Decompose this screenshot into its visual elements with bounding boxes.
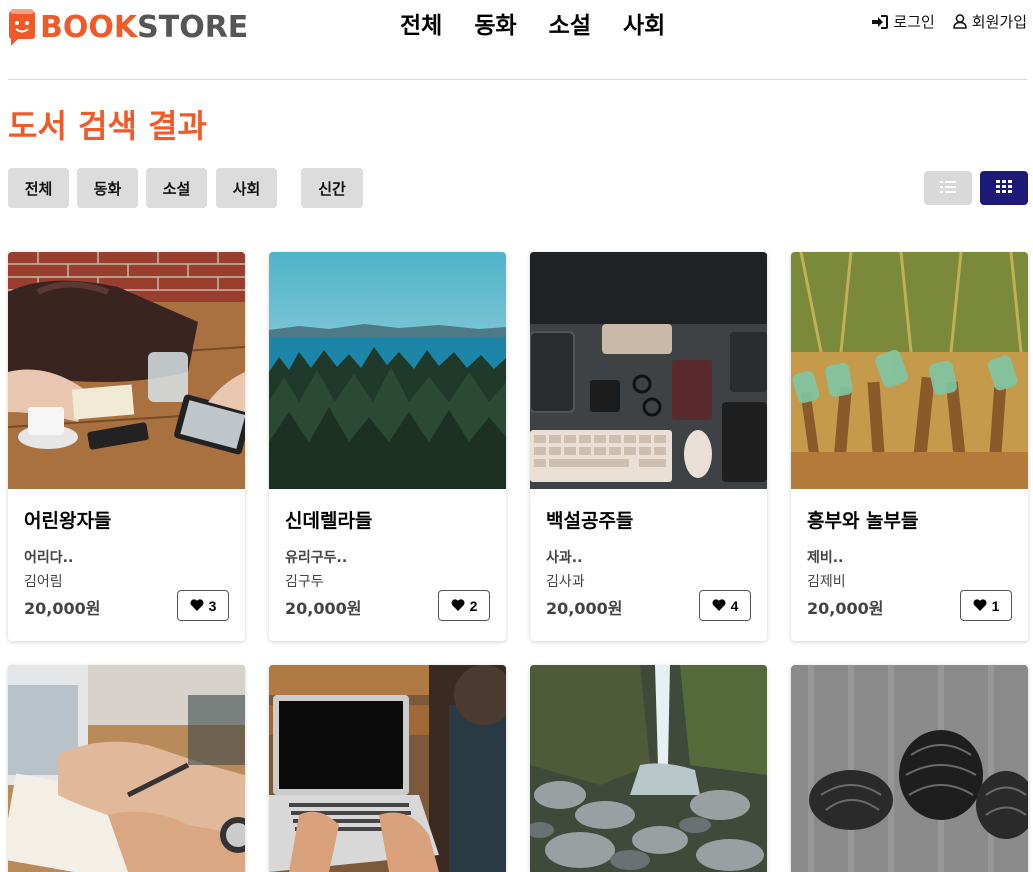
book-card[interactable]: 백설공주들 사과.. 김사과 20,000원 4 [530, 252, 767, 641]
book-card[interactable] [530, 665, 767, 872]
heart-icon [190, 598, 204, 614]
filter-novel-button[interactable]: 소설 [146, 168, 207, 208]
book-author: 김제비 [807, 574, 846, 590]
list-icon [940, 180, 956, 196]
book-cover-image [791, 665, 1028, 872]
grid-view-button[interactable] [980, 171, 1028, 205]
book-cover-image [530, 665, 767, 872]
brand-name: BOOKSTORE [40, 9, 248, 47]
filter-new-button[interactable]: 신간 [301, 168, 363, 208]
book-title: 흥부와 놀부들 [807, 510, 919, 532]
book-title: 어린왕자들 [24, 510, 112, 532]
book-card[interactable]: 어린왕자들 어리다.. 김어림 20,000원 3 [8, 252, 245, 641]
login-link[interactable]: 로그인 [872, 11, 935, 32]
like-button[interactable]: 2 [438, 590, 490, 621]
login-label: 로그인 [893, 13, 935, 31]
grid-icon [996, 180, 1012, 196]
heart-icon [712, 598, 726, 614]
book-cover-image [791, 252, 1028, 489]
filter-all-button[interactable]: 전체 [8, 168, 69, 208]
header: BOOKSTORE 전체 동화 소설 사회 로그인 회원가입 [0, 0, 1033, 80]
book-title: 백설공주들 [546, 510, 634, 532]
nav-item-novel[interactable]: 소설 [549, 10, 591, 42]
book-price: 20,000원 [285, 599, 362, 618]
book-title: 신데렐라들 [285, 510, 373, 532]
user-icon [953, 14, 967, 29]
book-mascot-icon [8, 9, 36, 47]
like-count: 4 [730, 597, 739, 614]
book-card[interactable]: 흥부와 놀부들 제비.. 김제비 20,000원 1 [791, 252, 1028, 641]
book-author: 김어림 [24, 574, 63, 590]
filter-fairytale-button[interactable]: 동화 [77, 168, 138, 208]
book-card[interactable]: 신데렐라들 유리구두.. 김구두 20,000원 2 [269, 252, 506, 641]
book-cover-image [8, 252, 245, 489]
book-author: 김구두 [285, 574, 324, 590]
nav-item-society[interactable]: 사회 [623, 10, 665, 42]
like-button[interactable]: 3 [177, 590, 229, 621]
book-cover-image [269, 665, 506, 872]
like-count: 1 [991, 597, 1000, 614]
book-card[interactable] [791, 665, 1028, 872]
brand-logo[interactable]: BOOKSTORE [8, 9, 248, 47]
brand-name-store: STORE [137, 10, 249, 45]
book-card[interactable] [269, 665, 506, 872]
nav-item-all[interactable]: 전체 [400, 10, 442, 42]
book-cover-image [8, 665, 245, 872]
like-count: 3 [208, 597, 217, 614]
book-summary: 유리구두.. [285, 550, 348, 566]
book-summary: 사과.. [546, 550, 583, 566]
nav-item-fairytale[interactable]: 동화 [474, 10, 516, 42]
book-summary: 제비.. [807, 550, 844, 566]
signup-label: 회원가입 [971, 13, 1027, 31]
page-title: 도서 검색 결과 [8, 107, 207, 145]
filter-society-button[interactable]: 사회 [216, 168, 277, 208]
main-nav: 전체 동화 소설 사회 [400, 10, 665, 42]
list-view-button[interactable] [924, 171, 972, 205]
user-menu: 로그인 회원가입 [872, 11, 1027, 32]
book-summary: 어리다.. [24, 550, 74, 566]
heart-icon [973, 598, 987, 614]
book-price: 20,000원 [546, 599, 623, 618]
brand-name-book: BOOK [40, 10, 138, 45]
book-author: 김사과 [546, 574, 585, 590]
like-button[interactable]: 4 [699, 590, 751, 621]
book-price: 20,000원 [24, 599, 101, 618]
heart-icon [451, 598, 465, 614]
signup-link[interactable]: 회원가입 [953, 11, 1027, 32]
book-cover-image [530, 252, 767, 489]
book-price: 20,000원 [807, 599, 884, 618]
book-cover-image [269, 252, 506, 489]
like-button[interactable]: 1 [960, 590, 1012, 621]
sign-in-icon [872, 14, 889, 29]
like-count: 2 [469, 597, 478, 614]
header-divider [8, 79, 1027, 80]
book-card[interactable] [8, 665, 245, 872]
